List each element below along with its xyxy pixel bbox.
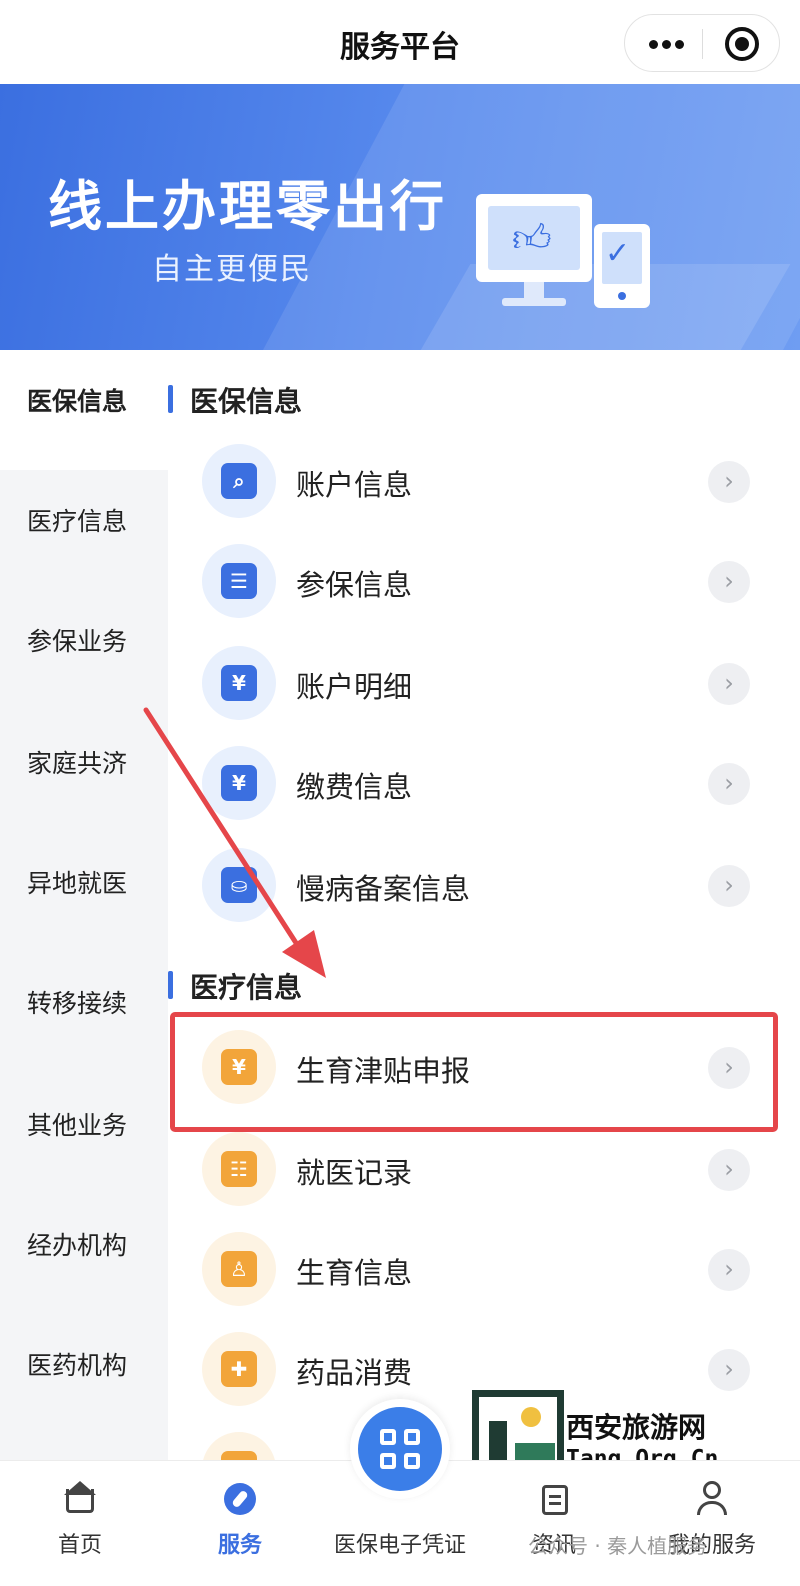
icon-bg: ¥ bbox=[202, 646, 276, 720]
more-icon[interactable] bbox=[647, 25, 687, 63]
chevron-right-icon: › bbox=[708, 561, 750, 603]
monitor-base bbox=[502, 298, 566, 306]
highlight-box bbox=[170, 1012, 778, 1132]
list-item-label: 就医记录 bbox=[296, 1156, 413, 1190]
list-item-chronic-disease[interactable]: ⛀ 慢病备案信息 › bbox=[168, 836, 800, 936]
list-item-enrollment-info[interactable]: ☰ 参保信息 › bbox=[168, 532, 800, 632]
close-target-icon[interactable] bbox=[725, 27, 759, 61]
tab-home[interactable]: 首页 bbox=[0, 1461, 160, 1586]
payment-icon: ¥ bbox=[221, 765, 257, 801]
sidebar-item-transfer[interactable]: 转移接续 bbox=[0, 952, 168, 1072]
phone-illustration: ✓ bbox=[594, 224, 650, 308]
top-bar: 服务平台 bbox=[0, 0, 800, 84]
list-item-label: 药品消费 bbox=[296, 1356, 413, 1390]
service-list: 医保信息 ⌕ 账户信息 › ☰ 参保信息 › ¥ 账户明细 › ¥ 缴费信息 ›… bbox=[168, 350, 800, 1460]
maternity-info-icon: ♙ bbox=[221, 1251, 257, 1287]
tab-voucher[interactable]: 医保电子凭证 bbox=[320, 1461, 480, 1586]
list-item-label: 账户明细 bbox=[296, 670, 413, 704]
icon-bg bbox=[202, 1432, 276, 1460]
watermark-title: 西安旅游网 bbox=[566, 1411, 707, 1444]
tab-label: 服务 bbox=[217, 1533, 262, 1558]
sidebar-item-remote-medical[interactable]: 异地就医 bbox=[0, 832, 168, 952]
banner: 线上办理零出行 自主更便民 👍︎ ✓ bbox=[0, 84, 800, 350]
chevron-right-icon: › bbox=[708, 763, 750, 805]
insurance-card-icon: ☰ bbox=[221, 563, 257, 599]
list-item-label: 缴费信息 bbox=[296, 770, 413, 804]
icon-bg: ✚ bbox=[202, 1332, 276, 1406]
sidebar-item-medical-insurance-info[interactable]: 医保信息 bbox=[0, 350, 168, 470]
check-icon: ✓ bbox=[605, 236, 631, 271]
icon-bg: ☷ bbox=[202, 1132, 276, 1206]
list-item-maternity-info[interactable]: ♙ 生育信息 › bbox=[168, 1220, 800, 1320]
sidebar-item-other[interactable]: 其他业务 bbox=[0, 1074, 168, 1194]
sidebar-item-family-mutual[interactable]: 家庭共济 bbox=[0, 712, 168, 832]
account-search-icon: ⌕ bbox=[221, 463, 257, 499]
chevron-right-icon: › bbox=[708, 1249, 750, 1291]
sidebar-item-agencies[interactable]: 经办机构 bbox=[0, 1194, 168, 1314]
list-item-account-info[interactable]: ⌕ 账户信息 › bbox=[168, 432, 800, 532]
section-title: 医疗信息 bbox=[168, 966, 302, 1006]
chevron-right-icon: › bbox=[708, 663, 750, 705]
tab-mine[interactable]: 我的服务 bbox=[632, 1461, 792, 1586]
list-item-label: 慢病备案信息 bbox=[296, 872, 471, 906]
chevron-right-icon: › bbox=[708, 1349, 750, 1391]
icon-bg: ⛀ bbox=[202, 848, 276, 922]
thumbs-up-icon: 👍︎ bbox=[512, 216, 552, 260]
compass-icon bbox=[222, 1481, 258, 1517]
yen-detail-icon: ¥ bbox=[221, 665, 257, 701]
tab-news[interactable]: 资讯 bbox=[474, 1461, 634, 1586]
bottom-tab-bar: 首页 服务 医保电子凭证 资讯 我的服务 bbox=[0, 1399, 800, 1586]
phone-button bbox=[618, 292, 626, 300]
banner-subtitle: 自主更便民 bbox=[152, 252, 312, 287]
sidebar-item-medical-info[interactable]: 医疗信息 bbox=[0, 470, 168, 590]
list-item-label: 生育信息 bbox=[296, 1256, 413, 1290]
user-icon bbox=[694, 1481, 730, 1517]
sidebar-item-pharmacies[interactable]: 医药机构 bbox=[0, 1314, 168, 1434]
bed-patient-icon: ⛀ bbox=[221, 867, 257, 903]
tab-label: 首页 bbox=[57, 1533, 102, 1558]
list-item-medical-record[interactable]: ☷ 就医记录 › bbox=[168, 1120, 800, 1220]
list-item-label: 参保信息 bbox=[296, 568, 413, 602]
section-title: 医保信息 bbox=[168, 380, 302, 420]
home-icon bbox=[62, 1481, 98, 1517]
capsule-divider bbox=[702, 29, 703, 59]
partial-icon bbox=[221, 1451, 257, 1460]
sidebar-item-enrollment[interactable]: 参保业务 bbox=[0, 590, 168, 710]
list-item-payment-info[interactable]: ¥ 缴费信息 › bbox=[168, 734, 800, 834]
icon-bg: ⌕ bbox=[202, 444, 276, 518]
chevron-right-icon: › bbox=[708, 461, 750, 503]
icon-bg: ♙ bbox=[202, 1232, 276, 1306]
mini-program-capsule bbox=[624, 14, 780, 72]
category-sidebar: 医保信息 医疗信息 参保业务 家庭共济 异地就医 转移接续 其他业务 经办机构 … bbox=[0, 350, 168, 1460]
chevron-right-icon: › bbox=[708, 1149, 750, 1191]
icon-bg: ¥ bbox=[202, 746, 276, 820]
tab-label: 医保电子凭证 bbox=[333, 1533, 466, 1558]
chevron-right-icon: › bbox=[708, 865, 750, 907]
list-item-label: 账户信息 bbox=[296, 468, 413, 502]
news-icon bbox=[536, 1481, 572, 1517]
banner-headline: 线上办理零出行 bbox=[48, 175, 447, 238]
watermark-footer: 公众号 · 秦人植服务 bbox=[528, 1534, 708, 1558]
list-item-account-detail[interactable]: ¥ 账户明细 › bbox=[168, 634, 800, 734]
icon-bg: ☰ bbox=[202, 544, 276, 618]
tab-service[interactable]: 服务 bbox=[160, 1461, 320, 1586]
logo-sun bbox=[521, 1407, 541, 1427]
medicine-icon: ✚ bbox=[221, 1351, 257, 1387]
medical-record-icon: ☷ bbox=[221, 1151, 257, 1187]
